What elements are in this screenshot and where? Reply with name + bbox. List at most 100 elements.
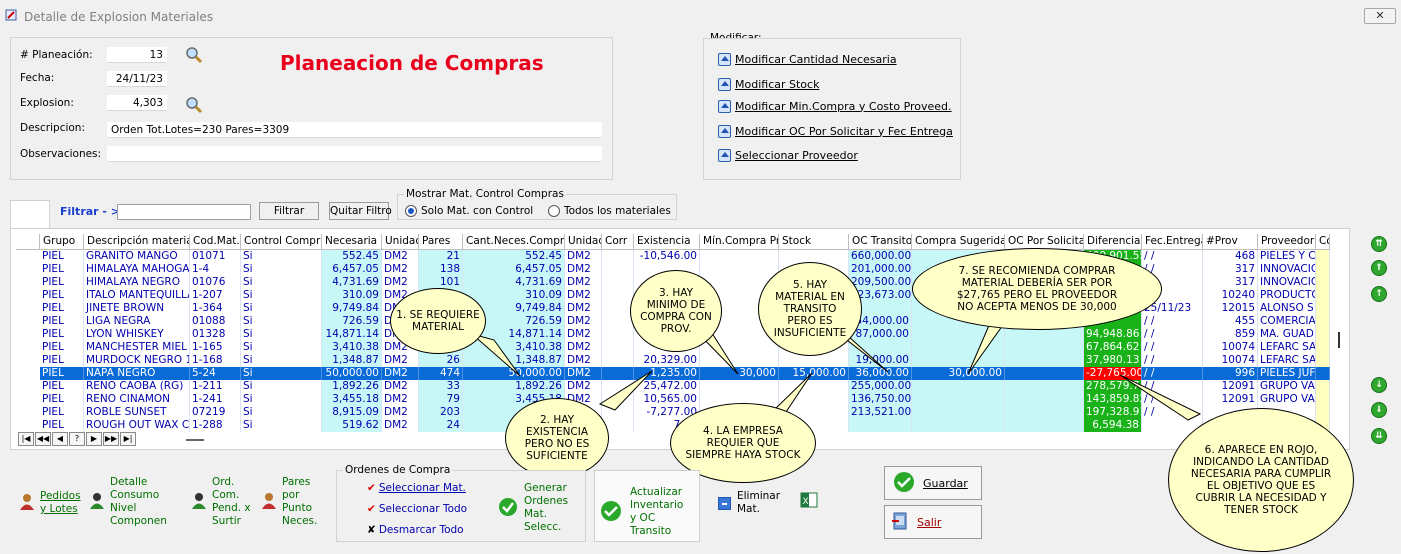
column-header[interactable]: Unidad: [565, 234, 602, 250]
fecha-field[interactable]: 24/11/23: [107, 71, 167, 87]
descripcion-field[interactable]: Orden Tot.Lotes=230 Pares=3309: [107, 122, 602, 138]
table-row[interactable]: PIEL ROBLE SUNSET 07219 Si 8,915.09 DM2 203 -7,…: [16, 406, 1330, 419]
table-row-selected[interactable]: PIEL NAPA NEGRO 5-24 Si 50,000.00 DM2 474 50,00…: [16, 367, 1330, 380]
explosion-label: Explosion:: [20, 97, 74, 109]
up-icon: [718, 99, 731, 113]
quitar-filtro-button[interactable]: Quitar Filtro: [329, 202, 392, 220]
table-cell: PRODUCTO: [1260, 289, 1316, 302]
explosion-field[interactable]: 4,303: [107, 95, 167, 111]
column-header[interactable]: Pares: [419, 234, 463, 250]
table-cell: PIEL: [40, 276, 84, 289]
close-button[interactable]: ✕: [1364, 8, 1396, 24]
desmarcar-todo-button[interactable]: ✘ Desmarcar Todo: [367, 524, 464, 536]
column-header[interactable]: Cod.Mat.: [190, 234, 241, 250]
column-header[interactable]: OC Transito: [849, 234, 912, 250]
radio-solo-control[interactable]: Solo Mat. con Control: [405, 205, 533, 217]
search-icon[interactable]: [185, 46, 203, 64]
table-cell: 278,579.74: [1084, 380, 1142, 393]
page-up-icon[interactable]: ⇑: [1371, 260, 1387, 276]
filtrar-button[interactable]: Filtrar: [259, 202, 319, 220]
table-cell: [912, 354, 1005, 367]
detalle-consumo-button[interactable]: Detalle Consumo Nivel Componen: [88, 476, 170, 528]
eliminar-mat-button[interactable]: Eliminar Mat.: [718, 490, 780, 516]
table-cell: Si: [241, 406, 322, 419]
column-header[interactable]: Proveedor: [1258, 234, 1316, 250]
observaciones-field[interactable]: [107, 146, 602, 162]
first-record-button[interactable]: |◀: [18, 432, 34, 446]
table-cell: 10,565.00: [634, 393, 700, 406]
table-cell: [849, 419, 912, 432]
pedidos-lotes-button[interactable]: Pedidos y Lotes: [18, 490, 82, 516]
table-cell: 197,328.91: [1084, 406, 1142, 419]
column-header[interactable]: Co: [1316, 234, 1330, 250]
radio-todos[interactable]: Todos los materiales: [548, 205, 671, 217]
table-cell: 1,348.87: [322, 354, 382, 367]
next-record-button[interactable]: ▶: [86, 432, 102, 446]
column-header[interactable]: Stock: [779, 234, 849, 250]
column-header[interactable]: Diferencia: [1084, 234, 1142, 250]
grid-scrollbar[interactable]: [1336, 234, 1346, 432]
column-header[interactable]: Cant.Neces.Compra: [463, 234, 565, 250]
column-header[interactable]: Unidad: [382, 234, 419, 250]
modificar-cantidad-button[interactable]: Modificar Cantidad Necesaria: [718, 50, 897, 68]
column-header[interactable]: Compra Sugerida: [912, 234, 1005, 250]
table-cell: 12091: [1203, 393, 1258, 406]
next-page-button[interactable]: ▶▶: [103, 432, 119, 446]
column-header[interactable]: Existencia: [634, 234, 700, 250]
table-row[interactable]: PIEL RENO CINAMON 1-241 Si 3,455.18 DM2 79 3,45…: [16, 393, 1330, 406]
ord-com-pend-button[interactable]: Ord. Com. Pend. x Surtir: [190, 476, 262, 528]
seleccionar-proveedor-button[interactable]: Seleccionar Proveedor: [718, 146, 858, 164]
record-navigator: |◀ ◀◀ ◀ ? ▶ ▶▶ ▶|: [18, 432, 136, 447]
table-cell: DM2: [565, 380, 602, 393]
pares-punto-button[interactable]: Pares por Punto Neces.: [260, 476, 322, 528]
table-cell: ROUGH OUT WAX CAFE: [86, 419, 190, 432]
column-header[interactable]: Grupo: [40, 234, 84, 250]
table-row[interactable]: PIEL GRANITO MANGO 01071 Si 552.45 DM2 21 552.4…: [16, 250, 1330, 263]
up-icon[interactable]: ↑: [1371, 286, 1387, 302]
actualizar-button[interactable]: Actualizar Inventario y OC Transito: [600, 486, 692, 538]
seleccionar-todo-button[interactable]: ✔ Seleccionar Todo: [367, 503, 467, 515]
prev-record-button[interactable]: ◀: [52, 432, 68, 446]
table-cell: [602, 250, 634, 263]
salir-button[interactable]: Salir: [884, 505, 982, 539]
table-cell: 255,000.00: [849, 380, 912, 393]
column-header[interactable]: Descripción material: [84, 234, 190, 250]
column-header[interactable]: Fec.Entrega: [1142, 234, 1203, 250]
filtrar-label: Filtrar - >: [60, 205, 121, 218]
page-down-icon[interactable]: ⇓: [1371, 402, 1387, 418]
move-bottom-icon[interactable]: ⇊: [1371, 428, 1387, 444]
callout-6: 6. APARECE EN ROJO, INDICANDO LA CANTIDA…: [1168, 408, 1354, 552]
table-cell: DM2: [382, 250, 419, 263]
search-icon[interactable]: [185, 96, 203, 114]
last-record-button[interactable]: ▶|: [120, 432, 136, 446]
filter-input[interactable]: [117, 204, 251, 220]
table-cell: 209,500.00: [849, 276, 912, 289]
modificar-stock-button[interactable]: Modificar Stock: [718, 75, 819, 93]
table-cell: / /: [1142, 315, 1203, 328]
table-cell: NAPA NEGRO: [84, 367, 190, 380]
column-header[interactable]: Necesaria: [322, 234, 382, 250]
table-cell: [1316, 354, 1330, 367]
column-header[interactable]: Control Compra: [241, 234, 322, 250]
minus-icon: [718, 496, 731, 510]
excel-icon[interactable]: X: [800, 492, 818, 511]
prev-page-button[interactable]: ◀◀: [35, 432, 51, 446]
column-header[interactable]: #Prov: [1203, 234, 1258, 250]
grid-hscroll-thumb[interactable]: [186, 439, 204, 441]
help-button[interactable]: ?: [69, 432, 85, 446]
down-icon[interactable]: ↓: [1371, 377, 1387, 393]
modificar-oc-button[interactable]: Modificar OC Por Solicitar y Fec Entrega: [718, 122, 953, 140]
column-header[interactable]: Corr: [602, 234, 634, 250]
generar-ordenes-button[interactable]: Generar Ordenes Mat. Selecc.: [498, 482, 568, 534]
table-cell: 455: [1203, 315, 1258, 328]
guardar-button[interactable]: Guardar: [884, 466, 982, 500]
table-row[interactable]: PIEL MURDOCK NEGRO 12 1-168 Si 1,348.87 DM2 26…: [16, 354, 1330, 367]
move-top-icon[interactable]: ⇈: [1371, 236, 1387, 252]
planeacion-field[interactable]: 13: [107, 47, 167, 63]
column-header[interactable]: Mín.Compra Prv: [700, 234, 779, 250]
table-cell: 1,348.87: [463, 354, 565, 367]
seleccionar-mat-button[interactable]: ✔ Seleccionar Mat.: [367, 482, 466, 494]
modificar-min-compra-button[interactable]: Modificar Min.Compra y Costo Proveed.: [718, 97, 952, 115]
table-row[interactable]: PIEL RENO CAOBA (RG) 1-211 Si 1,892.26 DM2 33 1…: [16, 380, 1330, 393]
table-cell: 1-4: [190, 263, 241, 276]
